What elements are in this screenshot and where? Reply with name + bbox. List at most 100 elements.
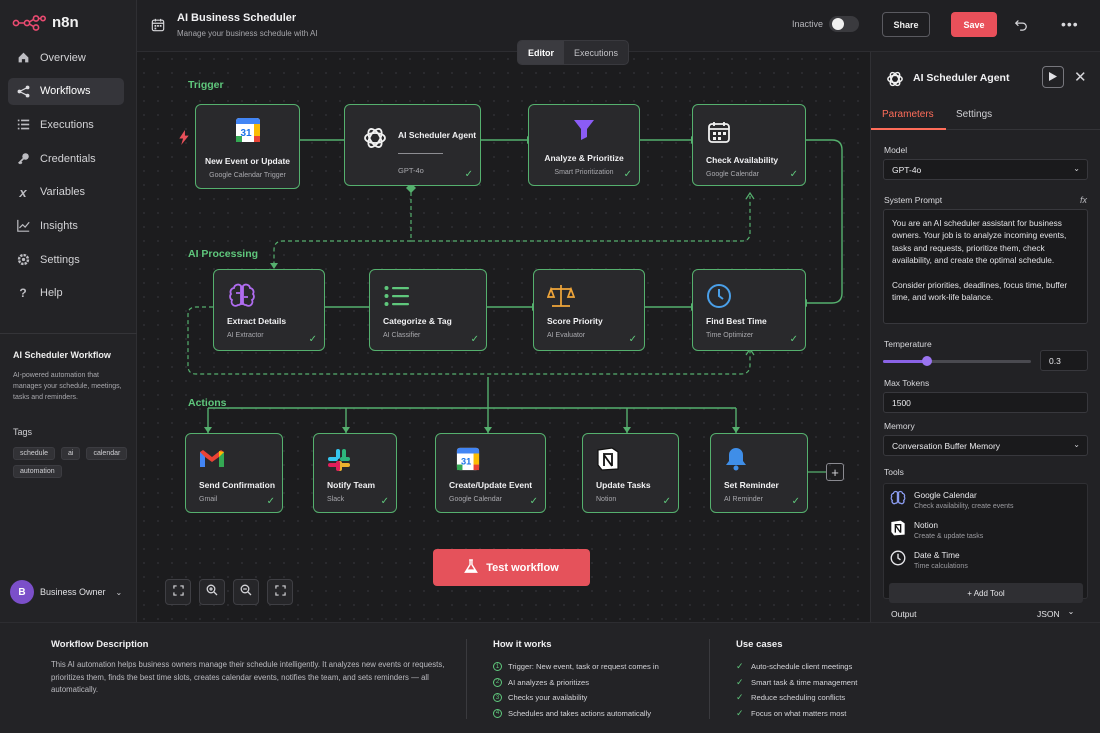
tag-schedule[interactable]: schedule xyxy=(13,447,56,460)
node-title: Set Reminder xyxy=(724,480,779,490)
footer-divider xyxy=(709,639,710,719)
calendar-icon xyxy=(707,120,731,149)
sidebar-item-workflows[interactable]: Workflows xyxy=(8,77,124,105)
house-icon xyxy=(16,51,30,65)
user-menu[interactable]: B Business Owner ⌄ xyxy=(10,580,122,604)
tool-item-date-and-time[interactable]: Date & Time Time calculations xyxy=(890,550,968,571)
tab-parameters[interactable]: Parameters xyxy=(882,109,934,120)
tags-label: Tags xyxy=(13,427,33,437)
add-tool-button[interactable]: + Add Tool xyxy=(889,583,1083,603)
brain-icon xyxy=(890,490,906,511)
temperature-slider[interactable] xyxy=(883,356,1031,366)
tags-list: schedule ai calendar automation xyxy=(13,447,128,478)
output-label: Output xyxy=(891,609,917,619)
tool-description: Time calculations xyxy=(914,563,968,570)
node-create-update-event[interactable]: 31 Create/Update Event Google Calendar ✓ xyxy=(435,433,546,513)
active-toggle[interactable] xyxy=(829,16,859,32)
how-step: 4 Schedules and takes actions automatical… xyxy=(493,706,659,722)
trigger-bolt-icon xyxy=(179,130,189,150)
panel-tabs: Parameters Settings xyxy=(871,104,1100,130)
reset-zoom-button[interactable] xyxy=(267,579,293,605)
node-extract-details[interactable]: Extract Details AI Extractor ✓ xyxy=(213,269,325,351)
use-case-item: ✓ Reduce scheduling conflicts xyxy=(736,690,857,706)
how-step: 2 AI analyzes & prioritizes xyxy=(493,675,659,691)
zoom-in-button[interactable] xyxy=(199,579,225,605)
test-workflow-button[interactable]: Test workflow xyxy=(433,549,590,586)
zoom-in-icon xyxy=(206,583,218,601)
node-title: Check Availability xyxy=(706,155,779,165)
node-notify-team[interactable]: Notify Team Slack ✓ xyxy=(313,433,397,513)
zoom-out-button[interactable] xyxy=(233,579,259,605)
view-switcher: Editor Executions xyxy=(517,40,630,65)
node-subtitle: Smart Prioritization xyxy=(554,169,614,176)
node-new-event-or-update[interactable]: 31 New Event or Update Google Calendar T… xyxy=(195,104,300,189)
model-select[interactable]: GPT-4o ⌄ xyxy=(883,159,1088,180)
sidebar-item-credentials[interactable]: Credentials xyxy=(8,145,124,172)
close-icon[interactable]: ✕ xyxy=(1074,68,1087,86)
check-icon: ✓ xyxy=(789,334,798,345)
memory-select[interactable]: Conversation Buffer Memory ⌄ xyxy=(883,435,1088,456)
node-ai-scheduler-agent[interactable]: AI Scheduler Agent GPT-4o ✓ xyxy=(344,104,481,186)
fit-view-button[interactable] xyxy=(165,579,191,605)
sidebar-item-variables[interactable]: x Variables xyxy=(8,179,124,206)
model-label: Model xyxy=(884,145,908,155)
n8n-logo[interactable]: n8n xyxy=(12,14,79,31)
run-node-button[interactable] xyxy=(1042,66,1064,88)
use-case-item: ✓ Auto-schedule client meetings xyxy=(736,659,857,675)
temperature-slider-fill xyxy=(883,360,928,363)
save-button[interactable]: Save xyxy=(951,12,997,37)
step-text: Trigger: New event, task or request come… xyxy=(508,662,659,672)
tab-editor[interactable]: Editor xyxy=(518,41,564,64)
how-step: 3 Checks your availability xyxy=(493,690,659,706)
output-format-select[interactable]: JSON ⌄ xyxy=(1037,607,1074,619)
system-prompt-textarea[interactable]: You are an AI scheduler assistant for bu… xyxy=(883,209,1088,324)
node-subtitle: GPT-4o xyxy=(398,166,424,175)
undo-icon[interactable] xyxy=(1014,17,1028,36)
node-send-confirmation[interactable]: Send Confirmation Gmail ✓ xyxy=(185,433,283,513)
share-button[interactable]: Share xyxy=(882,12,930,37)
node-title: Extract Details xyxy=(227,316,287,326)
node-score-priority[interactable]: Score Priority AI Evaluator ✓ xyxy=(533,269,645,351)
temperature-slider-handle[interactable] xyxy=(922,356,933,366)
tool-item-google-calendar[interactable]: Google Calendar Check availability, crea… xyxy=(890,490,1013,511)
add-node-button[interactable]: + xyxy=(826,463,844,481)
node-analyze-and-prioritize[interactable]: Analyze & Prioritize Smart Prioritizatio… xyxy=(528,104,640,186)
more-options-icon[interactable]: ••• xyxy=(1061,16,1079,32)
node-subtitle: Gmail xyxy=(199,496,218,503)
gear-icon xyxy=(16,253,30,267)
sidebar-item-label: Settings xyxy=(40,253,80,266)
workflow-info-footer: Workflow Description This AI automation … xyxy=(0,622,1100,733)
node-title: Send Confirmation xyxy=(199,480,276,490)
node-set-reminder[interactable]: Set Reminder AI Reminder ✓ xyxy=(710,433,808,513)
use-cases-title: Use cases xyxy=(736,639,783,650)
tag-automation[interactable]: automation xyxy=(13,465,62,478)
tag-calendar[interactable]: calendar xyxy=(86,447,128,460)
sidebar-item-label: Credentials xyxy=(40,152,96,165)
tools-list: Google Calendar Check availability, crea… xyxy=(883,483,1088,603)
tag-ai[interactable]: ai xyxy=(61,447,81,460)
node-find-best-time[interactable]: Find Best Time Time Optimizer ✓ xyxy=(692,269,806,351)
svg-text:31: 31 xyxy=(461,457,471,467)
node-subtitle: Google Calendar Trigger xyxy=(209,172,286,179)
step-number: 1 xyxy=(493,662,502,672)
notion-icon xyxy=(890,520,906,541)
expression-fx-icon[interactable]: fx xyxy=(1080,195,1087,205)
workflow-title-block: AI Business Scheduler Manage your busine… xyxy=(177,12,318,38)
page-title[interactable]: AI Business Scheduler xyxy=(177,12,318,24)
tool-item-notion[interactable]: Notion Create & update tasks xyxy=(890,520,983,541)
max-tokens-input[interactable]: 1500 xyxy=(883,392,1088,413)
node-update-tasks[interactable]: Update Tasks Notion ✓ xyxy=(582,433,679,513)
node-categorize-and-tag[interactable]: Categorize & Tag AI Classifier ✓ xyxy=(369,269,487,351)
sidebar-item-executions[interactable]: Executions xyxy=(8,111,124,138)
sidebar-item-settings[interactable]: Settings xyxy=(8,246,124,273)
sidebar-item-help[interactable]: ? Help xyxy=(8,280,124,307)
slack-icon xyxy=(327,448,351,477)
tab-settings[interactable]: Settings xyxy=(956,109,992,120)
sidebar-item-insights[interactable]: Insights xyxy=(8,212,124,239)
tab-executions[interactable]: Executions xyxy=(564,41,628,64)
temperature-input[interactable]: 0.3 xyxy=(1040,350,1088,371)
node-check-availability[interactable]: Check Availability Google Calendar ✓ xyxy=(692,104,806,186)
memory-label: Memory xyxy=(884,421,915,431)
sidebar-item-overview[interactable]: Overview xyxy=(8,44,124,71)
google-calendar-icon: 31 xyxy=(196,117,299,143)
